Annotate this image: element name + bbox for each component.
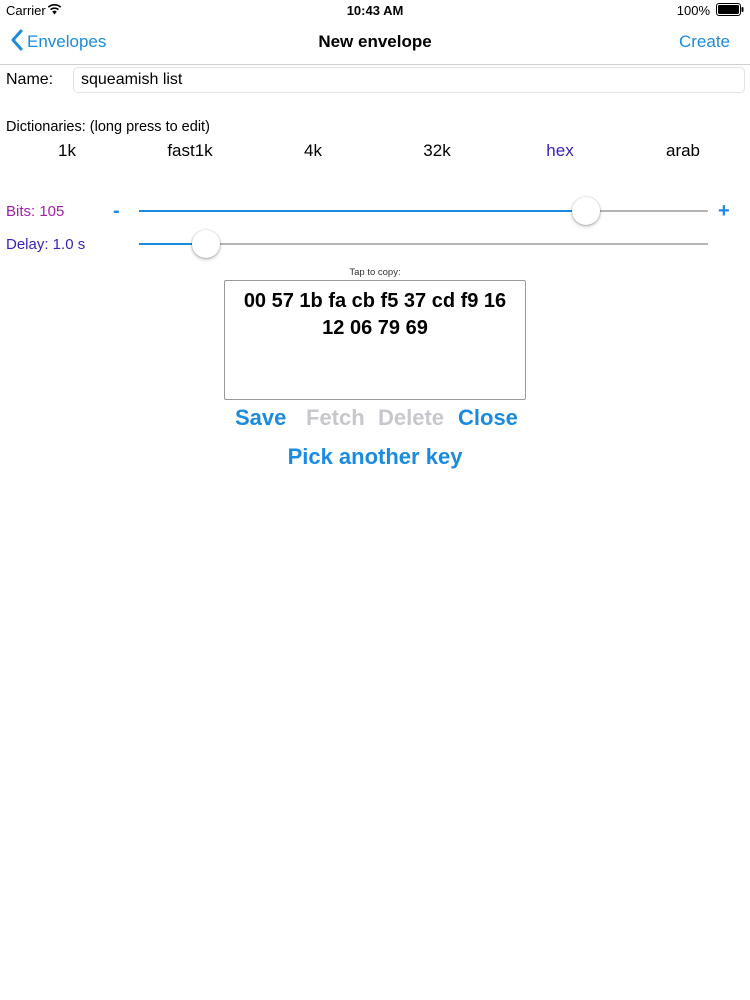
dictionary-option[interactable]: 4k <box>304 141 322 161</box>
delete-button: Delete <box>378 405 445 430</box>
bits-label: Bits: 105 <box>6 203 65 220</box>
create-button[interactable]: Create <box>679 32 730 52</box>
navigation-bar: Envelopes New envelope Create <box>0 22 750 65</box>
bits-slider[interactable] <box>139 196 708 226</box>
battery-icon <box>716 3 744 19</box>
dictionary-option[interactable]: arab <box>666 141 700 161</box>
dictionary-option[interactable]: hex <box>546 141 573 161</box>
key-display[interactable]: 00 57 1b fa cb f5 37 cd f9 16 12 06 79 6… <box>224 280 526 400</box>
dictionary-option[interactable]: fast1k <box>167 141 212 161</box>
dictionary-option[interactable]: 1k <box>58 141 76 161</box>
dictionary-option[interactable]: 32k <box>423 141 450 161</box>
status-time: 10:43 AM <box>346 3 404 18</box>
copy-hint: Tap to copy: <box>349 267 401 278</box>
pick-another-key-button[interactable]: Pick another key <box>0 444 750 470</box>
decrease-bits-button[interactable]: - <box>113 200 120 223</box>
delay-slider-thumb[interactable] <box>192 230 221 258</box>
delay-label: Delay: 1.0 s <box>6 236 86 253</box>
delay-slider[interactable] <box>139 229 708 259</box>
dictionaries-label: Dictionaries: (long press to edit) <box>6 119 210 135</box>
close-button[interactable]: Close <box>458 405 518 431</box>
bits-slider-thumb[interactable] <box>571 197 600 225</box>
name-input[interactable] <box>73 67 745 93</box>
delay-slider-track <box>139 243 708 245</box>
page-title: New envelope <box>318 32 432 51</box>
fetch-button: Fetch <box>306 405 365 430</box>
name-label: Name: <box>6 71 54 88</box>
key-line: 12 06 79 69 <box>322 317 428 339</box>
status-bar: Carrier 10:43 AM 100% <box>0 0 750 22</box>
battery-percentage: 100% <box>676 3 710 18</box>
save-button[interactable]: Save <box>235 405 286 431</box>
bits-slider-fill <box>139 210 586 212</box>
key-line: 00 57 1b fa cb f5 37 cd f9 16 <box>243 290 507 312</box>
increase-bits-button[interactable]: + <box>718 200 730 223</box>
